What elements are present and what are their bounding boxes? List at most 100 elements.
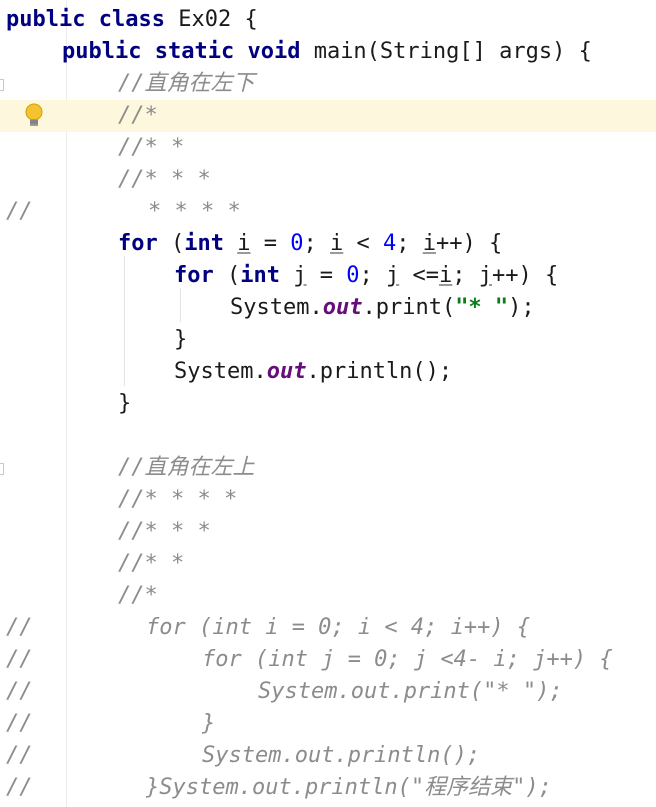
code-text: }System.out.println("程序结束"); xyxy=(146,772,552,804)
code-token: //* * * * xyxy=(118,487,238,512)
code-line[interactable]: //* * * * xyxy=(0,484,656,516)
code-line[interactable]: //直角在左上 xyxy=(0,452,656,484)
code-token: System. xyxy=(174,359,267,384)
code-token: ( xyxy=(213,263,241,288)
code-line[interactable]: } xyxy=(0,388,656,420)
code-text: * * * * xyxy=(148,196,241,228)
code-token: 0 xyxy=(346,263,360,288)
code-token: for (int j = 0; j <4- i; j++) { xyxy=(202,647,613,672)
code-line[interactable]: // System.out.println(); xyxy=(0,740,656,772)
code-token: .println(); xyxy=(306,359,453,384)
code-line[interactable]: // System.out.print("* "); xyxy=(0,676,656,708)
code-token: i xyxy=(422,231,436,256)
code-token: //* * * xyxy=(118,167,211,192)
code-text: //* * * xyxy=(118,516,211,548)
fold-marker-icon[interactable] xyxy=(0,463,4,475)
code-token: //* * * xyxy=(118,519,211,544)
line-comment-prefix: // xyxy=(6,647,33,672)
code-token: "* " xyxy=(455,295,509,320)
code-token: ; xyxy=(359,263,386,288)
code-text: //* * * * xyxy=(118,484,237,516)
code-token: //* * xyxy=(118,551,185,576)
code-text: //直角在左下 xyxy=(118,68,255,100)
code-token: //直角在左下 xyxy=(118,71,255,96)
code-line[interactable]: //} xyxy=(0,708,656,740)
code-line[interactable]: // for (int j = 0; j <4- i; j++) { xyxy=(0,644,656,676)
code-line[interactable]: // * * * * xyxy=(0,196,656,228)
code-line[interactable]: //* xyxy=(0,100,656,132)
code-token: i xyxy=(237,231,251,256)
code-text: for (int i = 0; i < 4; i++) { xyxy=(146,612,530,644)
code-token: ; xyxy=(396,231,423,256)
code-line[interactable]: //* xyxy=(0,580,656,612)
code-token: <= xyxy=(399,263,439,288)
code-editor[interactable]: public class Ex02 {public static void ma… xyxy=(0,0,656,807)
code-token: void xyxy=(247,39,301,64)
code-text: } xyxy=(118,388,131,420)
code-token: ( xyxy=(157,231,185,256)
code-line[interactable]: //* * xyxy=(0,548,656,580)
code-token: 4 xyxy=(383,231,397,256)
code-text: System.out.print("* "); xyxy=(258,676,563,708)
lightbulb-icon[interactable] xyxy=(22,102,46,130)
code-text: //* * * xyxy=(118,164,211,196)
indent-guide xyxy=(124,256,125,386)
code-token: * * * * xyxy=(148,199,241,224)
code-line[interactable]: //* * xyxy=(0,132,656,164)
code-token: }System.out.println("程序结束"); xyxy=(146,775,552,800)
code-line[interactable] xyxy=(0,420,656,452)
code-token: i xyxy=(330,231,344,256)
code-token: = xyxy=(250,231,291,256)
code-text: //直角在左上 xyxy=(118,452,255,484)
code-token: 0 xyxy=(290,231,304,256)
code-token: for xyxy=(118,231,158,256)
line-comment-prefix: // xyxy=(6,615,33,640)
code-token: .print( xyxy=(362,295,456,320)
code-token: //* * xyxy=(118,135,185,160)
code-token: ++) { xyxy=(492,263,559,288)
code-token: System.out.print("* "); xyxy=(258,679,563,704)
code-line[interactable]: //直角在左下 xyxy=(0,68,656,100)
code-token: //直角在左上 xyxy=(118,455,255,480)
code-text: for (int j = 0; j <4- i; j++) { xyxy=(202,644,613,676)
code-line[interactable]: System.out.print("* "); xyxy=(0,292,656,324)
code-token: } xyxy=(118,391,132,416)
code-token: j xyxy=(386,263,400,288)
line-comment-prefix: // xyxy=(6,199,33,224)
code-token: int xyxy=(184,231,224,256)
code-text: //* xyxy=(118,100,158,132)
code-token: ++) { xyxy=(436,231,503,256)
code-text: for (int i = 0; i < 4; i++) { xyxy=(118,228,502,260)
code-text: System.out.print("* "); xyxy=(230,292,535,324)
code-line[interactable]: } xyxy=(0,324,656,356)
code-line[interactable]: // }System.out.println("程序结束"); xyxy=(0,772,656,804)
code-token: //* xyxy=(118,103,158,128)
code-token: Ex02 { xyxy=(164,7,258,32)
code-line[interactable]: System.out.println(); xyxy=(0,356,656,388)
code-line[interactable]: // for (int i = 0; i < 4; i++) { xyxy=(0,612,656,644)
code-line[interactable]: public class Ex02 { xyxy=(0,4,656,36)
code-line[interactable]: for (int i = 0; i < 4; i++) { xyxy=(0,228,656,260)
code-text: public class Ex02 { xyxy=(6,4,258,36)
code-line[interactable]: //* * * xyxy=(0,164,656,196)
fold-marker-icon[interactable] xyxy=(0,79,4,91)
line-comment-prefix: // xyxy=(6,743,33,768)
code-token: class xyxy=(98,7,165,32)
code-line[interactable]: //* * * xyxy=(0,516,656,548)
code-token: public xyxy=(6,7,86,32)
code-line[interactable]: public static void main(String[] args) { xyxy=(0,36,656,68)
code-token: out xyxy=(266,359,307,384)
code-token: System. xyxy=(230,295,323,320)
code-token: } xyxy=(174,327,188,352)
code-token: main(String[] args) { xyxy=(300,39,592,64)
code-line[interactable]: for (int j = 0; j <=i; j++) { xyxy=(0,260,656,292)
line-comment-prefix: // xyxy=(6,679,33,704)
line-comment-prefix: // xyxy=(6,775,33,800)
code-token: i xyxy=(439,263,453,288)
code-token: } xyxy=(202,711,216,736)
code-token: ; xyxy=(452,263,479,288)
code-text: } xyxy=(174,324,187,356)
